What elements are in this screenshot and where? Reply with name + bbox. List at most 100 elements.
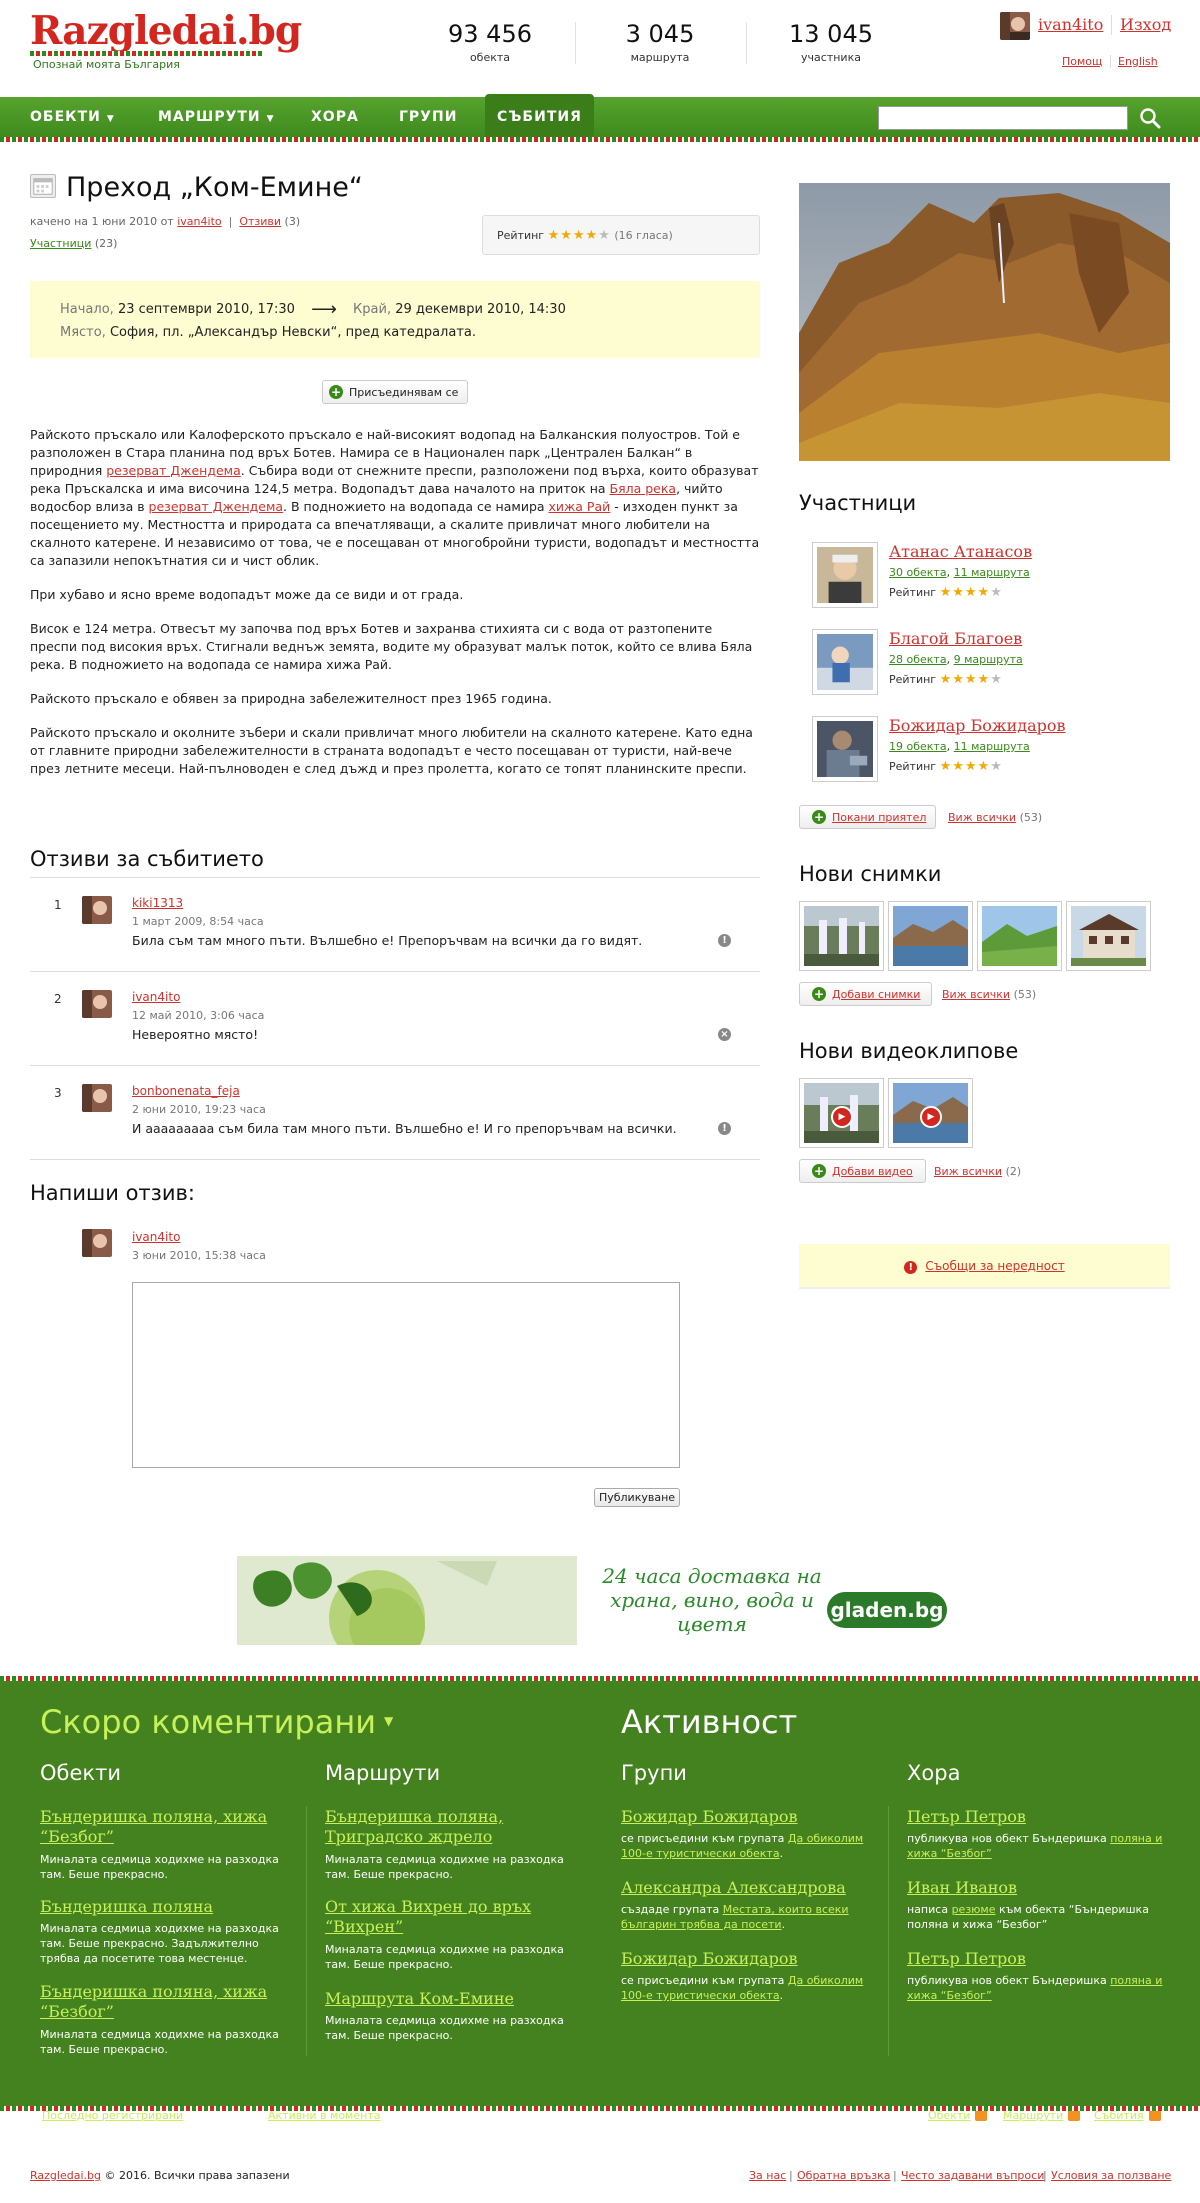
text: . [779,1847,784,1860]
footer-object-link[interactable]: Бъндеришка поляна [40,1897,280,1917]
rating-label: Рейтинг [889,673,937,686]
summary-link[interactable]: резюме [952,1903,996,1916]
nav-people[interactable]: ХОРА [311,97,359,137]
footer-group-user[interactable]: Божидар Божидаров [621,1807,871,1827]
text: . [781,1918,786,1931]
stat-routes: 3 045 маршрута [575,20,745,64]
avatar[interactable] [82,1084,112,1112]
comment-text: Невероятно място! [132,1027,259,1042]
footer-person-user[interactable]: Петър Петров [907,1807,1167,1827]
language-link[interactable]: English [1118,55,1158,68]
photo-thumbnail[interactable] [888,901,973,971]
footer-person-user[interactable]: Петър Петров [907,1949,1167,1969]
footer-route-link[interactable]: От хижа Вихрен до връх “Вихрен” [325,1897,565,1937]
terms-link[interactable]: Условия за ползване [1051,2169,1171,2182]
feedback-link[interactable]: Обратна връзка [797,2169,890,2182]
objects-link[interactable]: 28 обекта [889,653,947,666]
delete-icon[interactable]: × [718,1028,731,1041]
faq-link[interactable]: Често задавани въпроси [901,2169,1044,2182]
objects-link[interactable]: 19 обекта [889,740,947,753]
nav-groups[interactable]: ГРУПИ [399,97,457,137]
search-icon[interactable] [1136,105,1164,131]
routes-link[interactable]: 9 маршрута [954,653,1023,666]
report-icon[interactable]: ! [718,934,731,947]
reviews-link[interactable]: Отзиви [239,215,281,228]
add-photos-button[interactable]: + Добави снимки [799,982,932,1006]
photo-thumbnail[interactable] [1066,901,1151,971]
user-profile-link[interactable]: ivan4ito [1038,15,1103,34]
footer-object-link[interactable]: Бъндеришка поляна, хижа “Безбог” [40,1982,280,2022]
join-button[interactable]: + Присъединявам се [322,380,468,404]
nav-routes[interactable]: МАРШРУТИ ▼ [158,97,275,137]
avatar[interactable] [812,716,878,782]
rating-stars: ★★★★★ [939,585,1003,600]
avatar[interactable] [812,629,878,695]
site-link[interactable]: Razgledai.bg [30,2169,101,2182]
divider [888,1806,889,2056]
rating-label: Рейтинг [889,760,937,773]
review-textarea[interactable] [132,1282,680,1468]
video-thumbnail[interactable]: ▶ [888,1078,973,1148]
reserve-link[interactable]: резерват Джендема [106,463,241,478]
photo-thumbnail[interactable] [977,901,1062,971]
about-link[interactable]: За нас [749,2169,786,2182]
report-link[interactable]: Съобщи за нередност [925,1259,1064,1273]
logout-link[interactable]: Изход [1120,15,1171,34]
view-all-link[interactable]: Виж всички [934,1165,1002,1178]
river-link[interactable]: Бяла река [610,481,677,496]
publish-button[interactable]: Публикуване [594,1488,680,1507]
participant-name[interactable]: Божидар Божидаров [889,716,1066,735]
rating-stars[interactable]: ★★★★★ [548,228,611,243]
nav-events[interactable]: СЪБИТИЯ [485,94,594,137]
avatar[interactable] [82,990,112,1018]
review-author[interactable]: ivan4ito [132,1230,180,1244]
footer-group-user[interactable]: Божидар Божидаров [621,1949,871,1969]
reserve-link[interactable]: резерват Джендема [149,499,284,514]
footer-group-user[interactable]: Александра Александрова [621,1878,871,1898]
event-photo[interactable] [799,183,1170,461]
photos-heading: Нови снимки [799,862,942,886]
play-icon[interactable]: ▶ [920,1106,942,1128]
footer-person-text: публикува нов обект Бъндеришка поляна и … [907,1973,1167,2003]
reviews-count: (3) [284,215,301,228]
avatar[interactable] [82,896,112,924]
comment-author[interactable]: kiki1313 [132,896,183,910]
search-input[interactable] [878,106,1128,130]
footer-person-user[interactable]: Иван Иванов [907,1878,1167,1898]
hut-link[interactable]: хижа Рай [549,499,611,514]
participant-name[interactable]: Атанас Атанасов [889,542,1032,561]
avatar[interactable] [812,542,878,608]
uploader-link[interactable]: ivan4ito [177,215,221,228]
user-avatar[interactable] [1000,12,1030,40]
objects-link[interactable]: 30 обекта [889,566,947,579]
add-video-button[interactable]: + Добави видео [799,1159,926,1183]
recent-heading[interactable]: Скоро коментирани ▼ [40,1703,393,1741]
avatar[interactable] [82,1229,112,1257]
stat-label: участника [801,51,861,64]
photo-thumbnail[interactable] [799,901,884,971]
footer-groups-heading: Групи [621,1761,687,1785]
nav-objects[interactable]: ОБЕКТИ ▼ [30,97,115,137]
participants-link[interactable]: Участници [30,237,91,250]
routes-link[interactable]: 11 маршрута [954,740,1030,753]
ad-banner[interactable]: 24 часа доставка на храна, вино, вода и … [237,1556,964,1645]
chevron-down-icon: ▼ [106,114,115,124]
view-all-link[interactable]: Виж всички [948,811,1016,824]
participant-name[interactable]: Благой Благоев [889,629,1022,648]
help-link[interactable]: Помощ [1062,55,1102,68]
footer-object-link[interactable]: Бъндеришка поляна, хижа “Безбог” [40,1807,280,1847]
view-all-link[interactable]: Виж всички [942,988,1010,1001]
stat-value: 3 045 [625,20,695,48]
comments-heading: Отзиви за събитието [30,847,264,871]
footer-route-link[interactable]: Бъндеришка поляна, Триградско ждрело [325,1807,565,1847]
play-icon[interactable]: ▶ [831,1106,853,1128]
report-icon[interactable]: ! [718,1122,731,1135]
site-logo[interactable]: Razgledai.bg [30,8,302,54]
comment-author[interactable]: ivan4ito [132,990,180,1004]
invite-friend-button[interactable]: + Покани приятел [799,805,936,829]
comment-author[interactable]: bonbonenata_feja [132,1084,240,1098]
view-all-photos: Виж всички (53) [942,988,1036,1001]
routes-link[interactable]: 11 маршрута [954,566,1030,579]
footer-route-link[interactable]: Маршрута Ком-Емине [325,1989,565,2009]
video-thumbnail[interactable]: ▶ [799,1078,884,1148]
